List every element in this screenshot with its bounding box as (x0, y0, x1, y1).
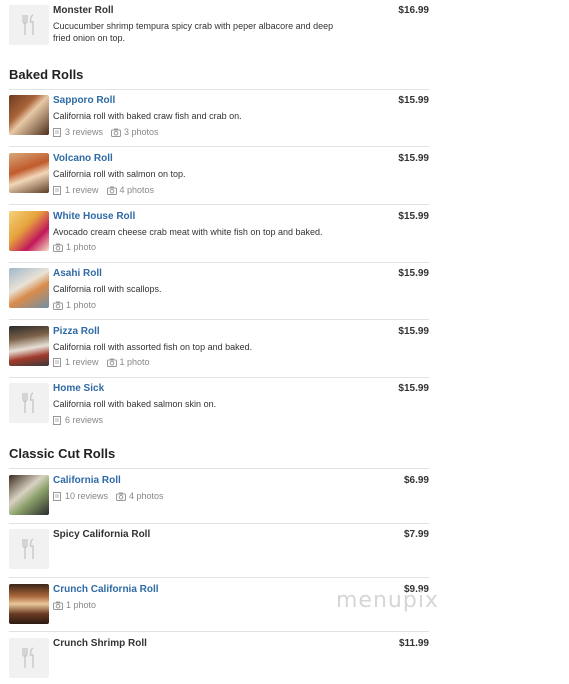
item-name-link[interactable]: Home Sick (53, 383, 104, 395)
review-icon (53, 358, 61, 367)
section-title-classic-cut-rolls: Classic Cut Rolls (9, 446, 116, 461)
item-meta: 1 review 1 photo (53, 357, 158, 368)
fork-knife-placeholder-icon (9, 383, 49, 423)
item-description: California roll with baked salmon skin o… (53, 399, 217, 409)
camera-icon (53, 301, 63, 310)
item-photo[interactable] (9, 95, 49, 135)
divider (9, 631, 429, 632)
menu-item-white-house-roll: White House Roll $15.99 Avocado cream ch… (9, 211, 429, 255)
item-photo[interactable] (9, 326, 49, 366)
divider (9, 89, 429, 90)
reviews-link[interactable]: 3 reviews (53, 127, 103, 138)
divider (9, 146, 429, 147)
item-name-link[interactable]: Asahi Roll (53, 268, 102, 280)
reviews-link[interactable]: 1 review (53, 185, 99, 196)
item-photo[interactable] (9, 268, 49, 308)
item-name-link[interactable]: Volcano Roll (53, 153, 113, 165)
menu-item-pizza-roll: Pizza Roll $15.99 California roll with a… (9, 326, 429, 370)
photos-link[interactable]: 1 photo (106, 357, 150, 368)
divider (9, 204, 429, 205)
item-meta: 1 photo (53, 242, 104, 253)
menu-item-spicy-california-roll: Spicy California Roll $7.99 (9, 529, 429, 571)
menu-item-monster-roll: Monster Roll $16.99 Cucucumber shrimp te… (9, 5, 429, 47)
item-photo[interactable] (9, 584, 49, 624)
review-icon (53, 186, 61, 195)
item-price: $15.99 (398, 153, 429, 164)
item-name-link[interactable]: California Roll (53, 475, 121, 487)
menu-item-volcano-roll: Volcano Roll $15.99 California roll with… (9, 153, 429, 197)
item-description: California roll with baked craw fish and… (53, 111, 242, 121)
item-price: $11.99 (398, 638, 429, 649)
divider (9, 319, 429, 320)
item-name-link[interactable]: Sapporo Roll (53, 95, 115, 107)
item-meta: 3 reviews 3 photos (53, 127, 167, 138)
photos-link[interactable]: 1 photo (53, 300, 96, 311)
menu-item-california-roll: California Roll $6.99 10 reviews 4 photo… (9, 475, 429, 517)
item-price: $15.99 (398, 268, 429, 279)
divider (9, 577, 429, 578)
fork-knife-placeholder-icon (9, 529, 49, 569)
item-price: $16.99 (398, 5, 429, 16)
item-price: $7.99 (403, 529, 429, 540)
reviews-link[interactable]: 1 review (53, 357, 99, 368)
item-description: Avocado cream cheese crab meat with whit… (53, 227, 323, 237)
item-name-link[interactable]: Pizza Roll (53, 326, 100, 338)
menu-item-sapporo-roll: Sapporo Roll $15.99 California roll with… (9, 95, 429, 139)
camera-icon (106, 186, 117, 195)
review-icon (53, 492, 61, 501)
item-price: $15.99 (398, 326, 429, 337)
menu-item-asahi-roll: Asahi Roll $15.99 California roll with s… (9, 268, 429, 312)
review-icon (53, 416, 61, 425)
item-name: Crunch Shrimp Roll (53, 638, 147, 649)
item-name: Monster Roll (53, 5, 114, 16)
fork-knife-placeholder-icon (9, 638, 49, 678)
photos-link[interactable]: 4 photos (116, 491, 164, 502)
item-description: California roll with scallops. (53, 284, 162, 294)
item-description: Cucucumber shrimp tempura spicy crab wit… (53, 21, 334, 43)
item-description: California roll with assorted fish on to… (53, 342, 253, 352)
camera-icon (106, 358, 117, 367)
item-price: $15.99 (398, 383, 429, 394)
fork-knife-placeholder-icon (9, 5, 49, 45)
item-meta: 1 review 4 photos (53, 185, 162, 196)
divider (9, 523, 429, 524)
photos-link[interactable]: 4 photos (106, 185, 154, 196)
item-meta: 6 reviews (53, 415, 111, 426)
item-photo[interactable] (9, 153, 49, 193)
divider (9, 262, 429, 263)
camera-icon (53, 601, 63, 610)
item-photo[interactable] (9, 211, 49, 251)
review-icon (53, 128, 61, 137)
item-name: Spicy California Roll (53, 529, 151, 540)
watermark-logo: menupix (336, 588, 439, 613)
menu-item-crunch-shrimp-roll: Crunch Shrimp Roll $11.99 (9, 638, 429, 680)
item-meta: 1 photo (53, 300, 104, 311)
item-photo[interactable] (9, 475, 49, 515)
item-name-link[interactable]: Crunch California Roll (53, 584, 159, 596)
item-name-link[interactable]: White House Roll (53, 211, 135, 223)
reviews-link[interactable]: 6 reviews (53, 415, 103, 426)
divider (9, 377, 429, 378)
item-price: $15.99 (398, 95, 429, 106)
reviews-link[interactable]: 10 reviews (53, 491, 108, 502)
item-price: $6.99 (403, 475, 429, 486)
item-meta: 10 reviews 4 photos (53, 491, 172, 502)
menu-item-home-sick: Home Sick $15.99 California roll with ba… (9, 383, 429, 427)
item-price: $15.99 (398, 211, 429, 222)
photos-link[interactable]: 1 photo (53, 242, 96, 253)
photos-link[interactable]: 3 photos (111, 127, 159, 138)
item-description: California roll with salmon on top. (53, 169, 186, 179)
camera-icon (116, 492, 127, 501)
section-title-baked-rolls: Baked Rolls (9, 67, 84, 82)
photos-link[interactable]: 1 photo (53, 600, 96, 611)
camera-icon (53, 243, 63, 252)
item-meta: 1 photo (53, 600, 104, 611)
camera-icon (111, 128, 122, 137)
divider (9, 468, 429, 469)
